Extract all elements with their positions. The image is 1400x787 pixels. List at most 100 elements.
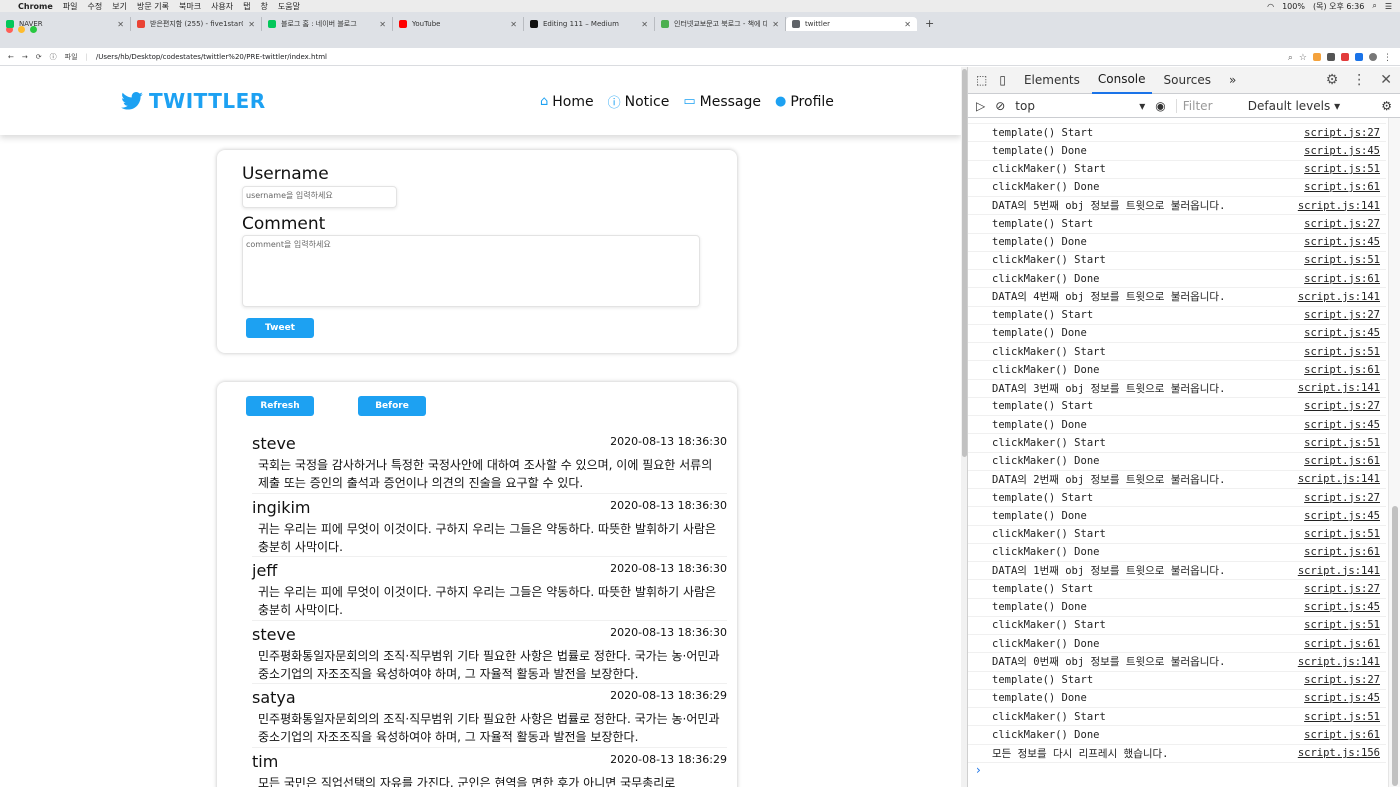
log-source-link[interactable]: script.js:61 [1304, 364, 1380, 376]
search-icon[interactable]: ⌕ [1372, 1, 1376, 11]
extension-icon[interactable] [1341, 52, 1349, 61]
log-source-link[interactable]: script.js:45 [1304, 236, 1380, 248]
mac-menu-item[interactable]: 탭 [243, 1, 250, 12]
app-name[interactable]: Chrome [18, 2, 53, 11]
tab-sources[interactable]: Sources [1158, 67, 1217, 94]
tweet-username[interactable]: ingikim [252, 498, 310, 517]
back-icon[interactable]: ← [8, 53, 14, 61]
battery-label[interactable]: 100% [1282, 2, 1305, 11]
mac-menu-item[interactable]: 파일 [63, 1, 78, 12]
log-source-link[interactable]: script.js:45 [1304, 601, 1380, 613]
log-source-link[interactable]: script.js:61 [1304, 181, 1380, 193]
page-scrollbar[interactable] [961, 67, 968, 787]
mac-menu-item[interactable]: 창 [261, 1, 268, 12]
before-button[interactable]: Before [358, 396, 426, 416]
console-prompt[interactable]: › [968, 763, 1386, 781]
nav-item-message[interactable]: ▭ Message [683, 92, 761, 111]
log-source-link[interactable]: script.js:51 [1304, 619, 1380, 631]
log-source-link[interactable]: script.js:27 [1304, 309, 1380, 321]
filter-input[interactable]: Filter [1175, 98, 1234, 113]
log-source-link[interactable]: script.js:61 [1304, 546, 1380, 558]
log-source-link[interactable]: script.js:51 [1304, 437, 1380, 449]
log-source-link[interactable]: script.js:61 [1304, 729, 1380, 741]
log-source-link[interactable]: script.js:141 [1298, 656, 1380, 668]
extension-icon[interactable] [1313, 52, 1321, 61]
sidebar-toggle-icon[interactable]: ▷ [976, 99, 985, 113]
nav-item-notice[interactable]: ⓘ Notice [608, 92, 670, 112]
log-source-link[interactable]: script.js:45 [1304, 510, 1380, 522]
site-logo[interactable]: TWITTLER [121, 89, 266, 113]
reload-icon[interactable]: ⟳ [36, 53, 42, 61]
comment-textarea[interactable]: comment을 입력하세요 [242, 235, 700, 307]
log-source-link[interactable]: script.js:27 [1304, 127, 1380, 139]
mac-menu-item[interactable]: 방문 기록 [137, 1, 169, 12]
close-icon[interactable]: ✕ [904, 20, 911, 29]
tweet-username[interactable]: steve [252, 625, 296, 644]
url-input[interactable]: /Users/hb/Desktop/codestates/twittler%20… [96, 53, 327, 61]
log-source-link[interactable]: script.js:45 [1304, 327, 1380, 339]
log-source-link[interactable]: script.js:27 [1304, 674, 1380, 686]
close-icon[interactable]: ✕ [1380, 72, 1392, 88]
log-source-link[interactable]: script.js:51 [1304, 711, 1380, 723]
log-source-link[interactable]: script.js:141 [1298, 473, 1380, 485]
more-tabs-icon[interactable]: » [1229, 73, 1236, 87]
tweet-username[interactable]: tim [252, 752, 278, 771]
bookmark-star-icon[interactable]: ☆ [1299, 53, 1307, 63]
device-toolbar-icon[interactable]: ▯ [999, 73, 1006, 87]
log-source-link[interactable]: script.js:141 [1298, 291, 1380, 303]
context-select[interactable]: top ▾ [1015, 99, 1145, 113]
browser-tab[interactable]: 받은편지함 (255) - five1star042… ✕ [131, 17, 262, 31]
log-source-link[interactable]: script.js:45 [1304, 419, 1380, 431]
inspect-element-icon[interactable]: ⬚ [976, 73, 987, 87]
mac-menu-item[interactable]: 도움말 [278, 1, 300, 12]
browser-tab[interactable]: twittler ✕ [786, 17, 917, 31]
close-icon[interactable]: ✕ [510, 20, 517, 29]
scrollbar-thumb[interactable] [962, 69, 967, 457]
log-source-link[interactable]: script.js:51 [1304, 254, 1380, 266]
mac-menu-item[interactable]: 수정 [88, 1, 103, 12]
log-source-link[interactable]: script.js:51 [1304, 528, 1380, 540]
console-settings-icon[interactable]: ⚙ [1381, 99, 1392, 113]
log-source-link[interactable]: script.js:45 [1304, 692, 1380, 704]
log-source-link[interactable]: script.js:45 [1304, 145, 1380, 157]
extension-icon[interactable] [1327, 52, 1335, 61]
browser-tab[interactable]: 인터넷교보문고 북로그 - 책에 대한 … ✕ [655, 17, 786, 31]
close-icon[interactable]: ✕ [117, 20, 124, 29]
clock[interactable]: (목) 오후 6:36 [1313, 1, 1364, 12]
close-icon[interactable]: ✕ [379, 20, 386, 29]
tweet-button[interactable]: Tweet [246, 318, 314, 338]
log-source-link[interactable]: script.js:156 [1298, 747, 1380, 759]
wifi-icon[interactable]: ◠ [1267, 2, 1274, 11]
mac-menu-item[interactable]: 사용자 [211, 1, 233, 12]
tab-elements[interactable]: Elements [1018, 67, 1086, 94]
tweet-username[interactable]: jeff [252, 561, 277, 580]
browser-tab[interactable]: NAVER ✕ [0, 17, 131, 31]
control-center-icon[interactable]: ☰ [1385, 2, 1392, 11]
nav-item-profile[interactable]: ● Profile [775, 92, 834, 111]
more-menu-icon[interactable]: ⋮ [1383, 53, 1392, 63]
browser-tab[interactable]: Editing 111 – Medium ✕ [524, 17, 655, 31]
log-source-link[interactable]: script.js:27 [1304, 583, 1380, 595]
levels-dropdown[interactable]: Default levels ▾ [1248, 99, 1340, 113]
log-source-link[interactable]: script.js:141 [1298, 200, 1380, 212]
log-source-link[interactable]: script.js:141 [1298, 382, 1380, 394]
close-icon[interactable]: ✕ [248, 20, 255, 29]
log-source-link[interactable]: script.js:27 [1304, 218, 1380, 230]
log-source-link[interactable]: script.js:61 [1304, 455, 1380, 467]
log-source-link[interactable]: script.js:61 [1304, 638, 1380, 650]
close-icon[interactable]: ✕ [772, 20, 779, 29]
username-input[interactable]: username을 입력하세요 [242, 186, 397, 208]
tab-console[interactable]: Console [1091, 67, 1152, 94]
log-source-link[interactable]: script.js:27 [1304, 400, 1380, 412]
profile-avatar[interactable] [1369, 52, 1377, 61]
browser-tab[interactable]: 블로그 홈 : 네이버 블로그 ✕ [262, 17, 393, 31]
log-source-link[interactable]: script.js:141 [1298, 565, 1380, 577]
log-source-link[interactable]: script.js:51 [1304, 346, 1380, 358]
nav-item-home[interactable]: ⌂ Home [540, 92, 594, 111]
info-icon[interactable]: ⓘ [50, 52, 57, 62]
log-source-link[interactable]: script.js:61 [1304, 273, 1380, 285]
browser-tab[interactable]: YouTube ✕ [393, 17, 524, 31]
tweet-username[interactable]: steve [252, 434, 296, 453]
log-source-link[interactable]: script.js:27 [1304, 492, 1380, 504]
new-tab-button[interactable]: + [917, 17, 942, 31]
